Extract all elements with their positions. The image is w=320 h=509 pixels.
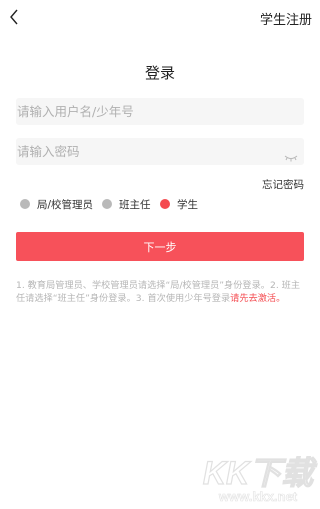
watermark: KK下载 www.kkx.net — [198, 448, 320, 505]
radio-selected-icon[interactable] — [160, 199, 170, 209]
username-input[interactable] — [16, 98, 267, 125]
radio-unselected-icon[interactable] — [102, 199, 112, 209]
svg-text:www.kkx.net: www.kkx.net — [218, 489, 298, 504]
password-field[interactable] — [16, 138, 304, 165]
kk-logo-icon: KK下载 www.kkx.net — [202, 454, 318, 504]
page-title: 登录 — [144, 64, 175, 82]
role-label: 班主任 — [119, 198, 151, 211]
activate-link[interactable]: 请先去激活。 — [230, 293, 285, 304]
role-option-student[interactable]: 学生 — [160, 196, 198, 212]
username-field[interactable] — [16, 98, 304, 125]
back-chevron-icon[interactable] — [4, 6, 26, 28]
role-label: 局/校管理员 — [37, 198, 94, 211]
forgot-password-link[interactable]: 忘记密码 — [262, 177, 304, 192]
login-hint: 1. 教育局管理员、学校管理员请选择“局/校管理员”身份登录。2. 班主任请选择… — [16, 279, 306, 305]
role-option-admin[interactable]: 局/校管理员 — [20, 196, 93, 212]
role-label: 学生 — [177, 198, 198, 211]
password-input[interactable] — [16, 138, 267, 165]
radio-unselected-icon[interactable] — [20, 199, 30, 209]
eye-closed-icon[interactable] — [284, 147, 298, 162]
top-bar: 学生注册 — [0, 0, 320, 36]
role-option-head-teacher[interactable]: 班主任 — [102, 196, 151, 212]
student-register-link[interactable]: 学生注册 — [260, 9, 312, 28]
svg-text:KK下载: KK下载 — [203, 455, 318, 491]
next-button[interactable]: 下一步 — [16, 232, 304, 261]
